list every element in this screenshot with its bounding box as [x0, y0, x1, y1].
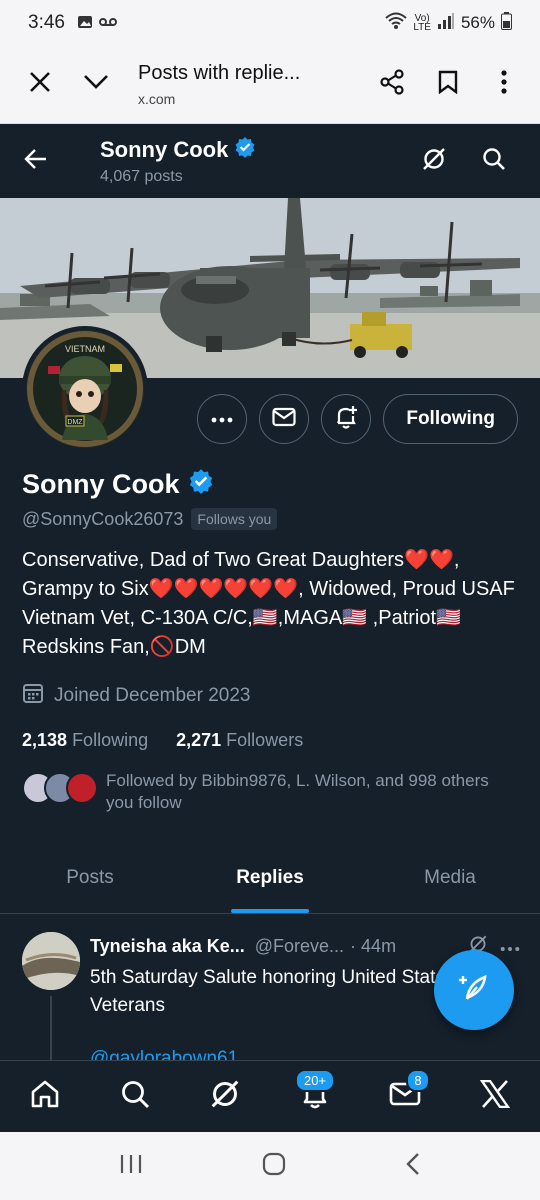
- verified-badge-icon: [234, 136, 256, 164]
- more-horizontal-icon: [211, 410, 233, 428]
- nav-messages[interactable]: 8: [360, 1061, 450, 1132]
- home-system-button[interactable]: [261, 1151, 287, 1182]
- gallery-icon: [77, 14, 93, 33]
- bottom-nav: 20+ 8: [0, 1060, 540, 1132]
- more-vertical-icon: [501, 70, 507, 99]
- following-stat[interactable]: 2,138 Following: [22, 730, 148, 751]
- message-button[interactable]: [259, 394, 310, 444]
- recent-apps-button[interactable]: [119, 1153, 143, 1180]
- joined-date: Joined December 2023: [22, 682, 250, 710]
- battery-percent: 56%: [460, 13, 495, 32]
- profile-header: Sonny Cook 4,067 posts: [0, 124, 540, 198]
- nav-home[interactable]: [0, 1061, 90, 1132]
- tweet-author-handle[interactable]: @Foreve...: [255, 936, 344, 957]
- tweet-author-name[interactable]: Tyneisha aka Ke...: [90, 936, 245, 957]
- nav-notifications[interactable]: 20+: [270, 1061, 360, 1132]
- grok-icon: [421, 146, 447, 177]
- header-name: Sonny Cook: [100, 136, 404, 164]
- calendar-icon: [22, 682, 44, 710]
- back-arrow-icon: [24, 148, 48, 174]
- mutual-avatars: [22, 772, 98, 806]
- follow-stats: 2,138 Following 2,271 Followers: [22, 730, 303, 751]
- voicemail-icon: [98, 15, 117, 31]
- grok-button[interactable]: [404, 131, 464, 191]
- more-options-button[interactable]: [476, 57, 532, 113]
- browser-toolbar: Posts with replie... x.com: [0, 46, 540, 124]
- tab-posts[interactable]: Posts: [0, 842, 180, 913]
- verified-badge-icon[interactable]: [188, 468, 214, 501]
- messages-badge: 8: [406, 1069, 430, 1092]
- tab-title-area[interactable]: Posts with replie... x.com: [124, 62, 364, 107]
- profile-tabs: Posts Replies Media: [0, 842, 540, 914]
- profile-handle: @SonnyCook26073: [22, 508, 184, 529]
- profile-actions: Following: [197, 394, 518, 444]
- bookmark-icon: [438, 70, 458, 99]
- thread-line: [50, 996, 52, 1060]
- page-title: Posts with replie...: [138, 62, 301, 84]
- bookmark-button[interactable]: [420, 57, 476, 113]
- tweet-mention-link[interactable]: @gaylorabown61: [90, 1048, 238, 1060]
- tab-media[interactable]: Media: [360, 842, 540, 913]
- grok-icon: [209, 1078, 241, 1115]
- followed-by[interactable]: Followed by Bibbin9876, L. Wilson, and 9…: [22, 770, 496, 814]
- search-icon: [482, 147, 506, 176]
- follows-you-badge: Follows you: [191, 508, 278, 530]
- tweet-time: · 44m: [350, 936, 397, 956]
- notifications-badge: 20+: [294, 1069, 336, 1092]
- profile-bio: Conservative, Dad of Two Great Daughters…: [22, 549, 515, 658]
- avatar-text-mid: DMZ: [67, 419, 83, 426]
- compose-button[interactable]: [434, 950, 514, 1030]
- compose-feather-icon: [457, 971, 491, 1010]
- page-url: x.com: [138, 91, 176, 107]
- status-time: 3:46: [28, 12, 65, 33]
- x-logo-icon: [479, 1079, 511, 1113]
- header-post-count: 4,067 posts: [100, 168, 183, 185]
- close-icon: [29, 71, 51, 98]
- battery-icon: [501, 11, 512, 35]
- volte-indicator: Vo) LTE: [413, 13, 431, 33]
- nav-search[interactable]: [90, 1061, 180, 1132]
- followers-stat[interactable]: 2,271 Followers: [176, 730, 303, 751]
- more-button[interactable]: [197, 394, 248, 444]
- avatar: VIETNAM DMZ: [26, 330, 144, 448]
- system-nav-bar: [0, 1132, 540, 1200]
- home-icon: [29, 1078, 61, 1115]
- share-button[interactable]: [364, 57, 420, 113]
- signal-icon: [437, 12, 455, 34]
- search-icon: [120, 1079, 150, 1114]
- profile-name: Sonny Cook: [22, 468, 214, 501]
- profile-avatar[interactable]: VIETNAM DMZ: [22, 326, 148, 452]
- bell-plus-icon: [334, 404, 358, 435]
- back-system-button[interactable]: [405, 1152, 421, 1181]
- back-button[interactable]: [0, 124, 72, 198]
- avatar-text-top: VIETNAM: [65, 344, 105, 354]
- mutual-avatar: [66, 772, 98, 804]
- following-button[interactable]: Following: [383, 394, 518, 444]
- profile-handle-row: @SonnyCook26073 Follows you: [22, 508, 278, 530]
- envelope-icon: [272, 407, 296, 432]
- tweet-avatar[interactable]: [22, 932, 80, 990]
- share-icon: [379, 69, 405, 100]
- close-tab-button[interactable]: [12, 57, 68, 113]
- nav-grok[interactable]: [180, 1061, 270, 1132]
- wifi-icon: [385, 12, 408, 35]
- nav-x-premium[interactable]: [450, 1061, 540, 1132]
- chevron-down-icon: [83, 74, 109, 95]
- minimize-tab-button[interactable]: [68, 57, 124, 113]
- followed-by-text: Followed by Bibbin9876, L. Wilson, and 9…: [106, 771, 489, 812]
- notifications-toggle-button[interactable]: [321, 394, 372, 444]
- search-button[interactable]: [464, 131, 524, 191]
- status-bar: 3:46 Vo) LTE 56%: [0, 0, 540, 46]
- tab-replies[interactable]: Replies: [180, 842, 360, 913]
- more-horizontal-icon[interactable]: [500, 936, 520, 957]
